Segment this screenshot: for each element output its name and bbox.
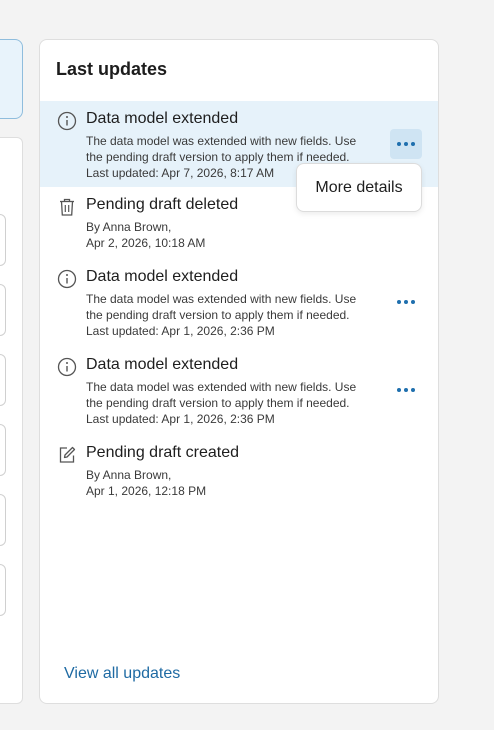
update-description: The data model was extended with new fie… — [86, 134, 357, 148]
update-item: Data model extended The data model was e… — [40, 347, 438, 433]
update-timestamp: Last updated: Apr 1, 2026, 2:36 PM — [86, 324, 275, 338]
update-description: The data model was extended with new fie… — [86, 380, 357, 394]
left-form-field[interactable] — [0, 214, 6, 266]
info-icon — [57, 269, 77, 289]
update-title: Data model extended — [86, 356, 239, 373]
more-options-button[interactable] — [390, 375, 422, 405]
update-author: By Anna Brown, — [86, 220, 172, 234]
update-timestamp: Apr 1, 2026, 12:18 PM — [86, 484, 207, 498]
update-timestamp: Apr 2, 2026, 10:18 AM — [86, 236, 206, 250]
edit-icon — [59, 446, 76, 463]
left-form-field[interactable] — [0, 424, 6, 476]
update-item: Data model extended The data model was e… — [40, 259, 438, 345]
left-form-field[interactable] — [0, 284, 6, 336]
update-item: Pending draft created By Anna Brown, Apr… — [40, 435, 438, 505]
left-form-field[interactable] — [0, 354, 6, 406]
update-title: Pending draft deleted — [86, 196, 239, 213]
update-description: the pending draft version to apply them … — [86, 396, 350, 410]
more-options-button[interactable] — [390, 129, 422, 159]
last-updates-card: Last updates Data model extended The dat… — [39, 39, 439, 704]
update-title: Data model extended — [86, 110, 239, 127]
info-icon — [57, 357, 77, 377]
update-title: Data model extended — [86, 268, 239, 285]
more-options-button[interactable] — [390, 287, 422, 317]
card-title: Last updates — [56, 59, 168, 79]
left-form-field[interactable] — [0, 564, 6, 616]
update-timestamp: Last updated: Apr 7, 2026, 8:17 AM — [86, 166, 275, 180]
left-form-field[interactable] — [0, 494, 6, 546]
more-details-menu-item[interactable]: More details — [296, 163, 422, 212]
update-author: By Anna Brown, — [86, 468, 172, 482]
update-description: The data model was extended with new fie… — [86, 292, 357, 306]
info-icon — [57, 111, 77, 131]
view-all-updates-link[interactable]: View all updates — [64, 665, 180, 683]
update-title: Pending draft created — [86, 444, 239, 461]
update-timestamp: Last updated: Apr 1, 2026, 2:36 PM — [86, 412, 275, 426]
update-description: the pending draft version to apply them … — [86, 308, 350, 322]
left-selected-card[interactable] — [0, 39, 23, 119]
trash-icon — [60, 198, 74, 216]
